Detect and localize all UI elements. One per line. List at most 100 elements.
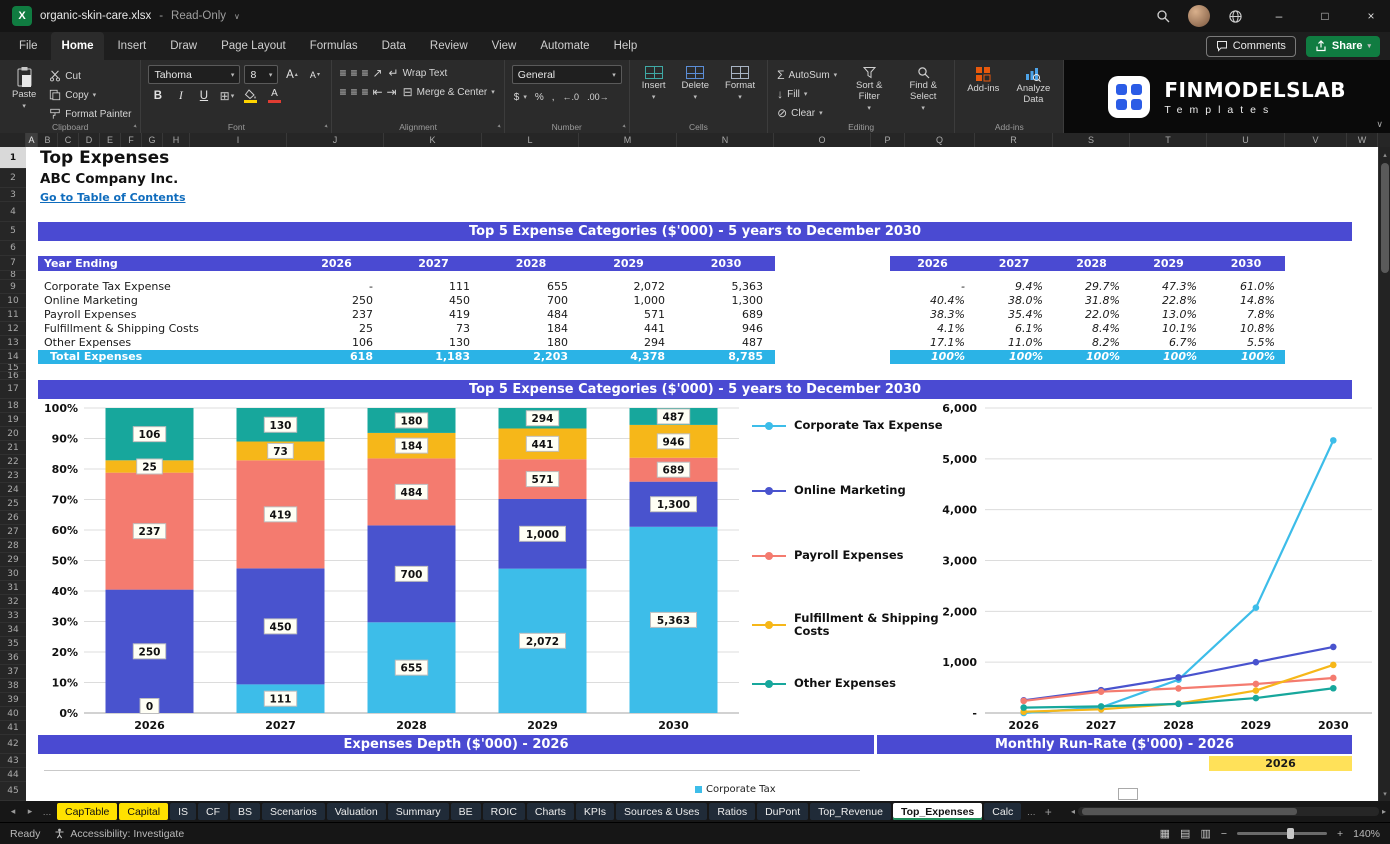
total-value[interactable]: 1,183 [385,350,482,364]
sheet-tab-dupont[interactable]: DuPont [757,803,808,820]
sheet-tab-top-expenses[interactable]: Top_Expenses [893,803,982,820]
expense-value[interactable]: 106 [288,336,385,350]
row-header-7[interactable]: 7 [0,256,26,271]
total-value[interactable]: 4,378 [580,350,677,364]
ribbon-tab-insert[interactable]: Insert [106,32,157,60]
expense-percent[interactable]: 31.8% [1053,294,1130,308]
grow-font-button[interactable]: A▴ [282,66,301,84]
year-header[interactable]: 2028 [482,256,580,271]
paste-button[interactable]: Paste ▾ [7,65,41,112]
expense-percent[interactable]: 9.4% [975,280,1053,294]
expense-percent[interactable]: 10.8% [1207,322,1285,336]
row-header-12[interactable]: 12 [0,322,26,336]
ribbon-tab-file[interactable]: File [8,32,49,60]
share-button[interactable]: Share ▾ [1306,36,1380,57]
row-header-3[interactable]: 3 [0,188,26,202]
readonly-badge[interactable]: Read-Only [171,10,226,22]
expense-value[interactable]: 73 [385,322,482,336]
expense-value[interactable]: 946 [677,322,775,336]
zoom-slider[interactable] [1237,832,1327,835]
row-header-10[interactable]: 10 [0,294,26,308]
expense-percent[interactable]: 13.0% [1130,308,1207,322]
expense-percent[interactable]: 29.7% [1053,280,1130,294]
expense-percent[interactable]: 47.3% [1130,280,1207,294]
sheet-tab-calc[interactable]: Calc [984,803,1021,820]
sheet-tab-top-revenue[interactable]: Top_Revenue [810,803,891,820]
expense-value[interactable]: 294 [580,336,677,350]
comments-button[interactable]: Comments [1206,36,1296,57]
page-break-view-icon[interactable]: ▥ [1200,827,1210,840]
merge-center-button[interactable]: ⊟Merge & Center▾ [401,84,497,100]
align-top-icon[interactable]: ≡ [339,66,346,80]
expense-value[interactable]: 250 [288,294,385,308]
stacked-bar-chart[interactable]: 0%10%20%30%40%50%60%70%80%90%100%0250237… [34,399,746,735]
row-header-5[interactable]: 5 [0,222,26,241]
row-header-29[interactable]: 29 [0,553,26,567]
expense-label[interactable]: Corporate Tax Expense [38,280,288,294]
expense-percent[interactable]: 35.4% [975,308,1053,322]
column-header-n[interactable]: N [677,133,774,147]
total-value[interactable]: 8,785 [677,350,775,364]
sheet-tab-be[interactable]: BE [451,803,481,820]
row-header-34[interactable]: 34 [0,623,26,637]
font-name-select[interactable]: Tahoma▾ [148,65,240,84]
underline-button[interactable]: U [194,87,213,105]
decrease-decimal-button[interactable]: .00→ [585,89,611,105]
row-header-32[interactable]: 32 [0,595,26,609]
expense-percent[interactable]: 4.1% [890,322,975,336]
sheet-tab-summary[interactable]: Summary [388,803,449,820]
font-size-select[interactable]: 8▾ [244,65,278,84]
expense-percent[interactable]: 6.7% [1130,336,1207,350]
total-percent[interactable]: 100% [1053,350,1130,364]
row-header-31[interactable]: 31 [0,581,26,595]
total-percent[interactable]: 100% [1130,350,1207,364]
network-button[interactable] [1218,0,1252,32]
currency-button[interactable]: $▾ [512,89,529,105]
total-percent[interactable]: 100% [890,350,975,364]
row-header-41[interactable]: 41 [0,721,26,735]
row-header-18[interactable]: 18 [0,399,26,413]
column-header-v[interactable]: V [1285,133,1347,147]
row-header-19[interactable]: 19 [0,413,26,427]
year-highlight-cell[interactable]: 2026 [1209,756,1352,771]
format-painter-button[interactable]: Format Painter [47,106,133,122]
column-header-b[interactable]: B [38,133,58,147]
sheet-tab-is[interactable]: IS [170,803,196,820]
year-header[interactable]: 2027 [385,256,482,271]
wrap-text-button[interactable]: ↵Wrap Text [387,65,450,81]
fill-color-button[interactable] [240,89,260,103]
row-header-17[interactable]: 17 [0,380,26,399]
hidden-tabs-icon[interactable]: … [40,807,54,817]
expense-percent[interactable]: 7.8% [1207,308,1285,322]
total-label[interactable]: Total Expenses [38,350,288,364]
column-header-s[interactable]: S [1053,133,1130,147]
orientation-icon[interactable]: ↗ [372,66,382,80]
banner-monthly-runrate[interactable]: Monthly Run-Rate ($'000) - 2026 [877,735,1352,754]
vertical-scroll-thumb[interactable] [1381,163,1389,273]
spreadsheet-grid[interactable]: 1234567891011121314151617181920212223242… [0,147,1390,801]
column-header-r[interactable]: R [975,133,1053,147]
row-header-24[interactable]: 24 [0,483,26,497]
select-all-corner[interactable] [0,133,26,147]
cut-button[interactable]: Cut [47,68,133,84]
expense-value[interactable]: 111 [385,280,482,294]
line-chart[interactable]: -1,0002,0003,0004,0005,0006,000202620272… [920,399,1386,735]
expense-percent[interactable]: 22.8% [1130,294,1207,308]
column-header-l[interactable]: L [482,133,579,147]
accessibility-status[interactable]: Accessibility: Investigate [54,828,184,840]
expense-percent[interactable]: 61.0% [1207,280,1285,294]
row-header-16[interactable]: 16 [0,372,26,380]
row-header-44[interactable]: 44 [0,768,26,782]
expense-value[interactable]: 2,072 [580,280,677,294]
expense-value[interactable]: 237 [288,308,385,322]
year-header[interactable]: 2026 [288,256,385,271]
sheet-tab-capital[interactable]: Capital [119,803,168,820]
expense-value[interactable]: 419 [385,308,482,322]
company-name[interactable]: ABC Company Inc. [40,171,178,187]
fill-button[interactable]: ↓Fill▾ [775,86,839,102]
copy-button[interactable]: Copy ▾ [47,87,133,103]
expense-value[interactable]: 1,000 [580,294,677,308]
year-ending-header[interactable]: Year Ending [38,256,288,271]
zoom-out-button[interactable]: − [1221,828,1227,840]
expense-percent[interactable]: 6.1% [975,322,1053,336]
